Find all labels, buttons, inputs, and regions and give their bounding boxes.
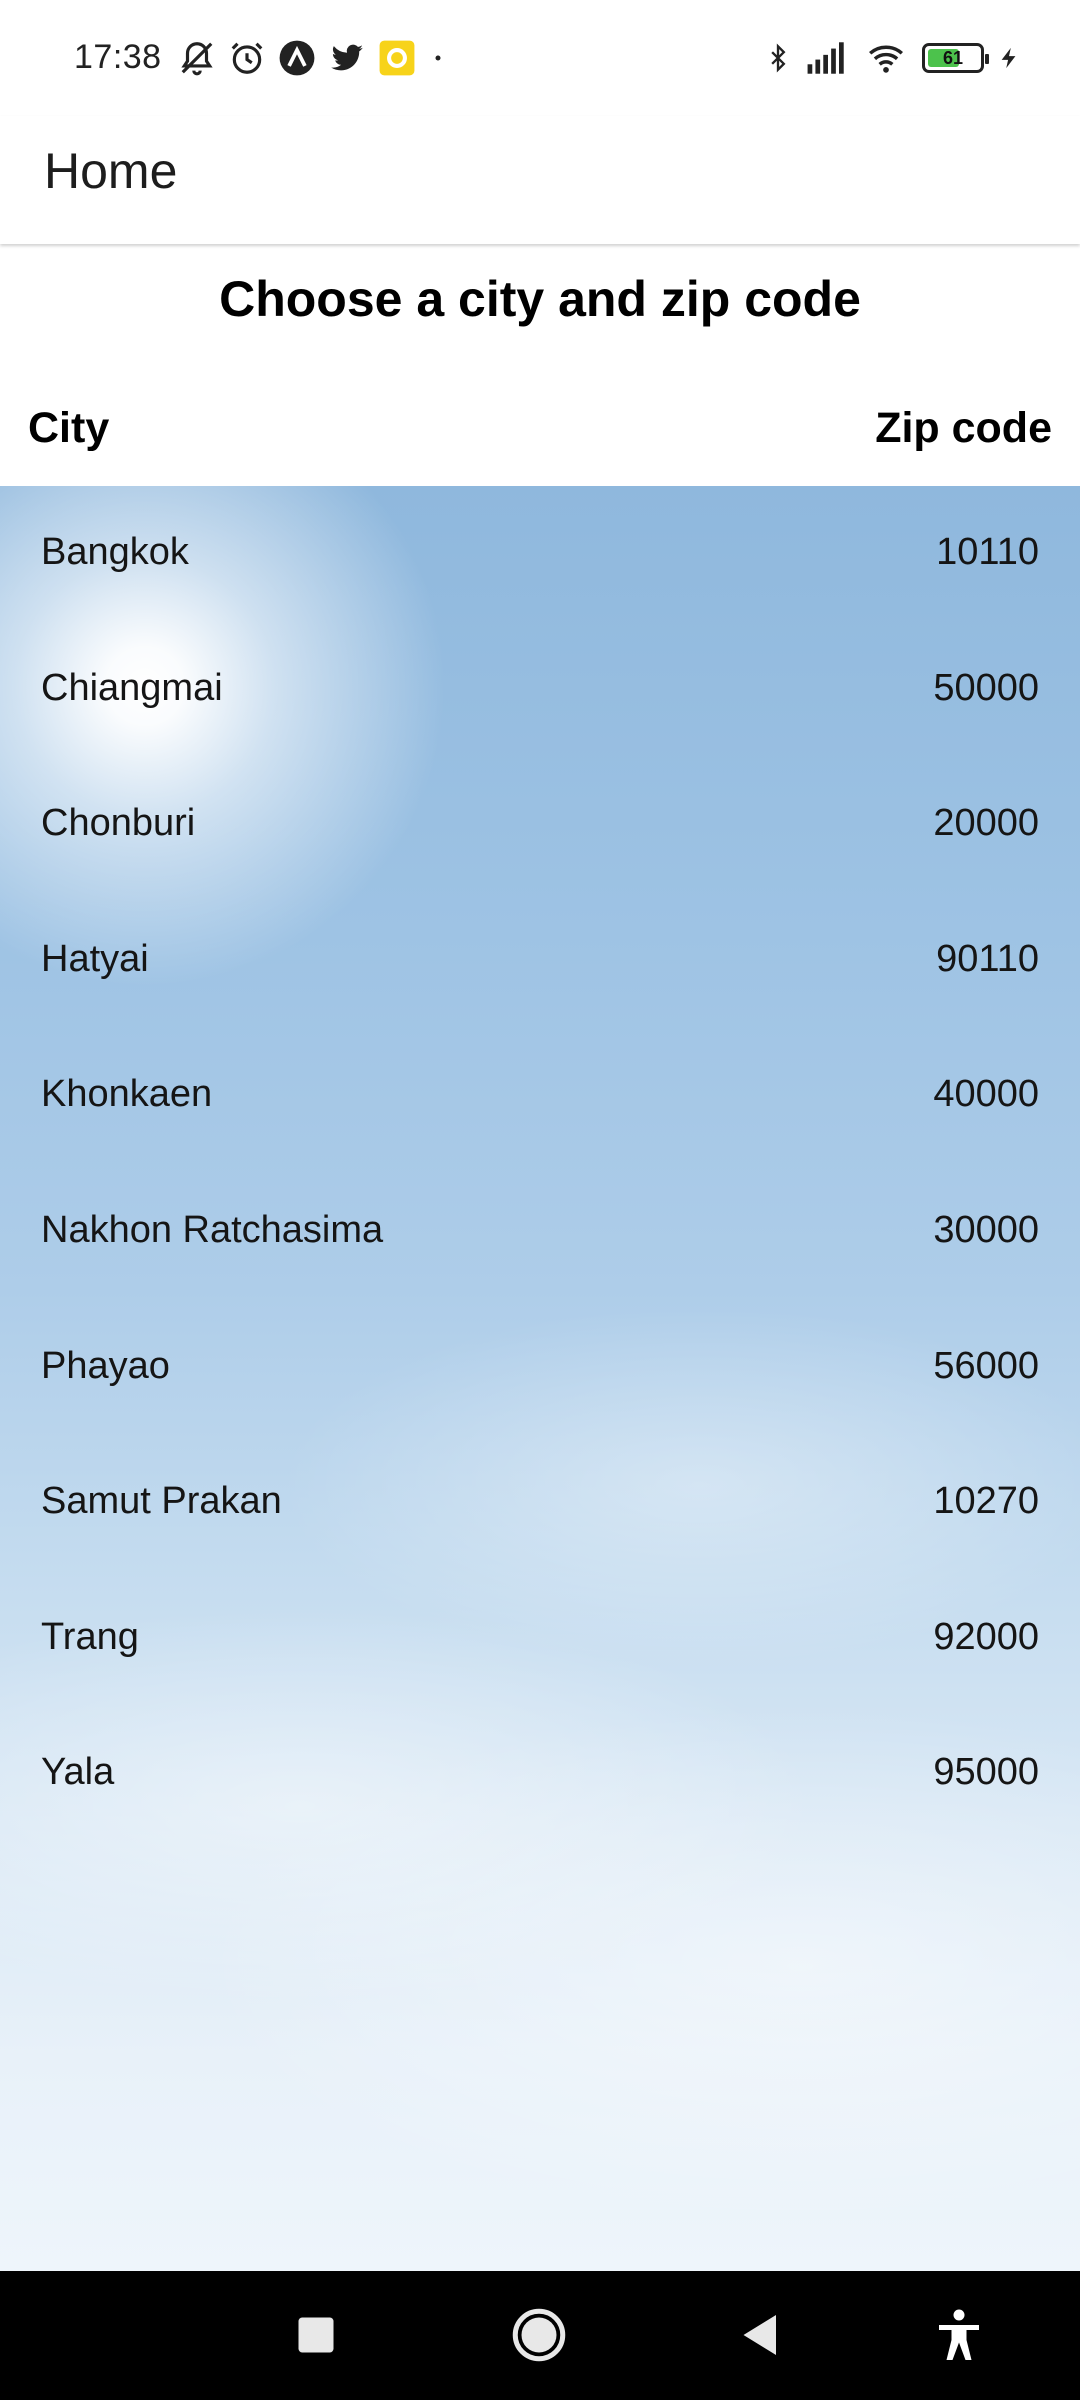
back-triangle-icon[interactable]: [731, 2305, 791, 2365]
city-row[interactable]: Yala 95000: [0, 1706, 1080, 1842]
city-list: Bangkok 10110 Chiangmai 50000 Chonburi 2…: [0, 486, 1080, 1842]
city-row[interactable]: Bangkok 10110: [0, 486, 1080, 622]
recents-square-icon[interactable]: [286, 2305, 346, 2365]
city-row[interactable]: Phayao 56000: [0, 1300, 1080, 1436]
city-row[interactable]: Chonburi 20000: [0, 757, 1080, 893]
city-zip: 90110: [936, 937, 1039, 980]
city-name: Samut Prakan: [41, 1480, 282, 1523]
dot-icon: [428, 39, 448, 77]
charging-icon: [998, 39, 1020, 77]
city-row[interactable]: Trang 92000: [0, 1571, 1080, 1707]
city-zip: 30000: [933, 1208, 1039, 1251]
column-header-zip: Zip code: [875, 404, 1052, 452]
accessibility-icon[interactable]: [929, 2305, 989, 2365]
city-zip: 92000: [933, 1615, 1039, 1658]
status-bar: 17:38 61: [0, 0, 1080, 116]
city-row[interactable]: Khonkaen 40000: [0, 1028, 1080, 1164]
status-left-icons: [178, 38, 448, 78]
city-name: Chiangmai: [41, 666, 223, 709]
city-zip: 20000: [933, 802, 1039, 845]
signal-icon: [806, 39, 850, 77]
twitter-icon: [328, 39, 366, 77]
column-header-city: City: [28, 404, 110, 452]
status-time: 17:38: [74, 38, 162, 76]
page-heading: Choose a city and zip code: [219, 271, 861, 327]
city-row[interactable]: Nakhon Ratchasima 30000: [0, 1164, 1080, 1300]
city-name: Trang: [41, 1615, 139, 1658]
city-zip: 95000: [933, 1751, 1039, 1794]
city-name: Hatyai: [41, 937, 149, 980]
city-row[interactable]: Hatyai 90110: [0, 893, 1080, 1029]
city-zip: 10270: [933, 1480, 1039, 1523]
app-a-icon: [278, 39, 316, 77]
city-row[interactable]: Chiangmai 50000: [0, 622, 1080, 758]
city-name: Bangkok: [41, 531, 189, 573]
city-zip: 40000: [933, 1073, 1039, 1116]
city-row[interactable]: Samut Prakan 10270: [0, 1435, 1080, 1571]
status-right-icons: 61: [764, 38, 1020, 78]
app-bar: Home: [0, 116, 1080, 244]
city-name: Khonkaen: [41, 1073, 213, 1116]
app-title: Home: [44, 143, 178, 199]
city-zip: 56000: [933, 1344, 1039, 1387]
city-zip: 10110: [936, 531, 1039, 573]
bluetooth-icon: [764, 39, 792, 77]
yellow-app-icon: [378, 39, 416, 77]
wifi-icon: [864, 39, 908, 77]
battery-icon: 61: [922, 43, 989, 73]
city-zip: 50000: [933, 666, 1039, 709]
home-circle-icon[interactable]: [509, 2305, 569, 2365]
city-name: Phayao: [41, 1344, 170, 1387]
alarm-icon: [228, 39, 266, 77]
navigation-bar: [0, 2271, 1080, 2400]
screen: 17:38 61 Home Choose a city and zip code…: [0, 0, 1080, 2400]
city-name: Nakhon Ratchasima: [41, 1208, 384, 1251]
city-name: Chonburi: [41, 802, 196, 845]
muted-bell-icon: [178, 39, 216, 77]
city-name: Yala: [41, 1751, 115, 1794]
battery-level: 61: [942, 47, 964, 68]
